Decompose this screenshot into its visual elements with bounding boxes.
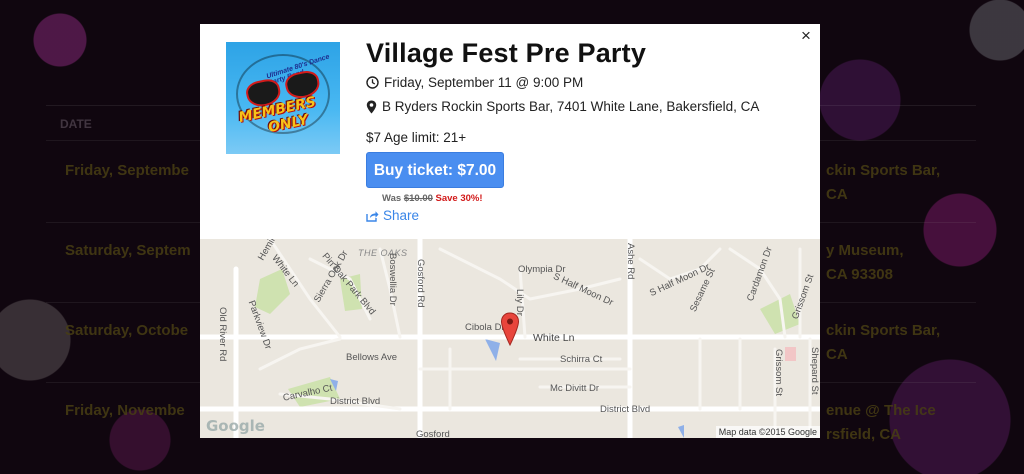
map-label: Ashe Rd xyxy=(625,243,636,280)
event-price-info: $7 Age limit: 21+ xyxy=(366,130,467,145)
share-icon xyxy=(366,210,379,222)
map-label: Schirra Ct xyxy=(560,354,603,365)
buy-ticket-button[interactable]: Buy ticket: $7.00 xyxy=(366,152,504,188)
map-label: Bellows Ave xyxy=(346,352,398,363)
map-label: Gosford xyxy=(416,429,450,438)
map-label: Old River Rd xyxy=(217,307,228,362)
map-pin-icon xyxy=(366,100,377,114)
event-datetime: Friday, September 11 @ 9:00 PM xyxy=(384,75,584,90)
map-label: Cibola Dr xyxy=(465,322,505,333)
clock-icon xyxy=(366,76,379,89)
map-label: THE OAKS xyxy=(358,248,408,258)
share-label: Share xyxy=(383,208,420,223)
original-price: $10.00 xyxy=(403,193,433,204)
map-label: Mc Divitt Dr xyxy=(550,383,600,394)
event-title: Village Fest Pre Party xyxy=(366,38,647,68)
event-location-row: B Ryders Rockin Sports Bar, 7401 White L… xyxy=(366,99,759,114)
map-label: Gosford Rd xyxy=(415,259,426,308)
discount-info: Was $10.00 Save 30%! xyxy=(382,193,483,204)
event-thumbnail: Ultimate 80's Dance Party Band MEMBERS O… xyxy=(226,42,340,154)
map-label: Boswellia Dr xyxy=(387,253,398,306)
close-button[interactable]: × xyxy=(798,27,814,45)
event-datetime-row: Friday, September 11 @ 9:00 PM xyxy=(366,75,583,90)
map-attribution[interactable]: Map data ©2015 Google xyxy=(715,426,820,438)
map-label: District Blvd xyxy=(600,404,651,415)
map-label: White Ln xyxy=(533,332,575,344)
share-link[interactable]: Share xyxy=(366,208,419,223)
event-location: B Ryders Rockin Sports Bar, 7401 White L… xyxy=(382,99,760,114)
map-label: Grissom St xyxy=(773,349,784,396)
google-logo: Google xyxy=(206,417,265,435)
savings-label: Save 30%! xyxy=(435,193,483,204)
location-map[interactable]: THE OAKS White Ln Pin Oak Park Blvd Hemi… xyxy=(200,239,820,438)
was-label: Was xyxy=(382,193,402,204)
event-modal: × Ultimate 80's Dance Party Band MEMBERS… xyxy=(200,24,820,438)
map-label: Shepard St xyxy=(809,347,820,395)
map-label: District Blvd xyxy=(330,396,381,407)
location-marker-icon[interactable] xyxy=(500,312,520,347)
